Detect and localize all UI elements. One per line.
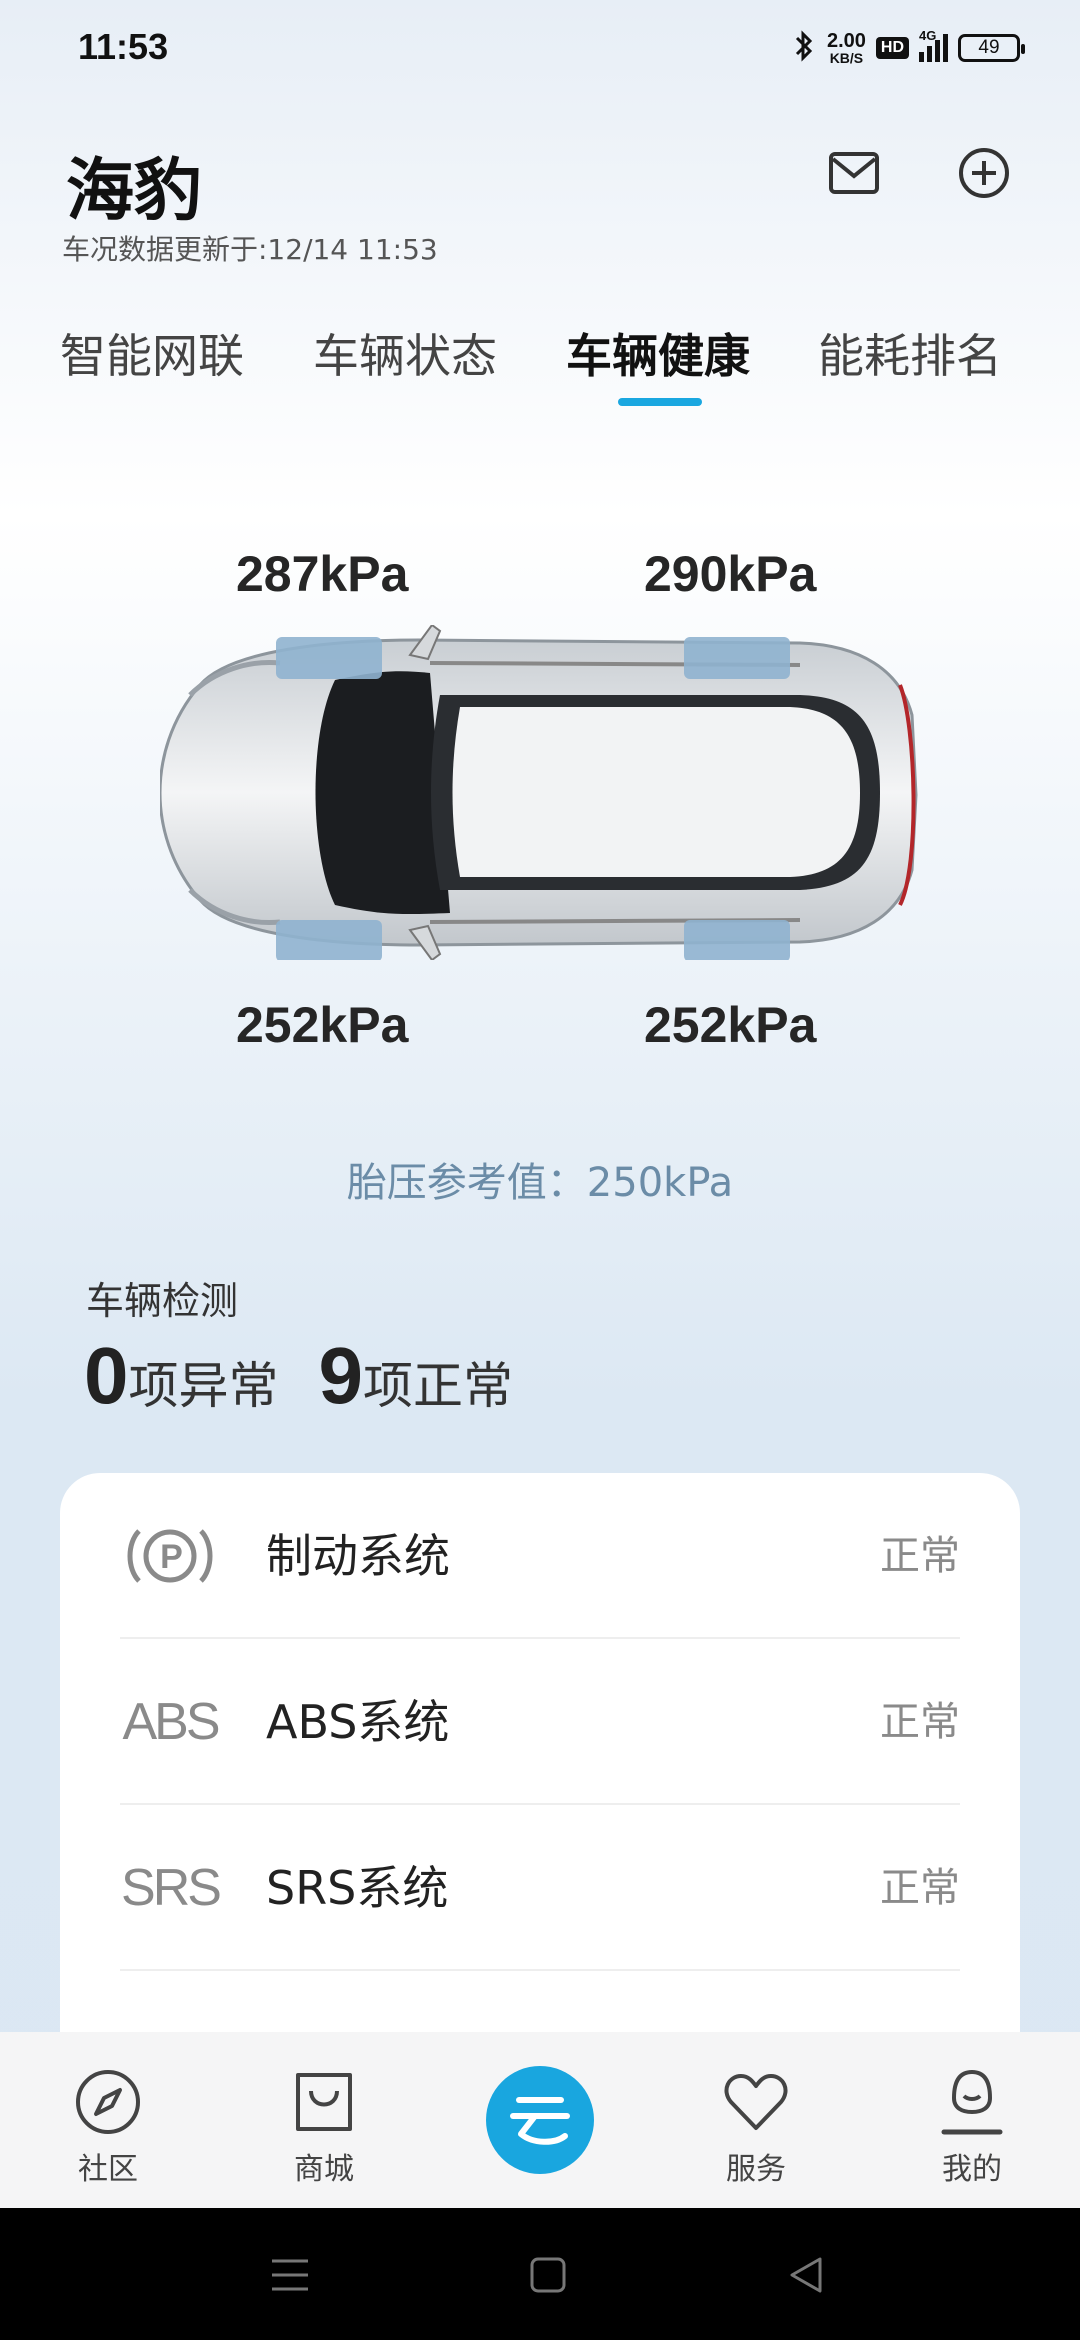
svg-text:P: P bbox=[160, 1538, 182, 1576]
normal-count: 9 bbox=[318, 1331, 364, 1420]
abnormal-count: 0 bbox=[84, 1331, 129, 1420]
menu-button[interactable] bbox=[260, 2248, 320, 2302]
menu-icon bbox=[272, 2259, 308, 2291]
bluetooth-icon bbox=[791, 29, 817, 68]
normal-label: 项正常 bbox=[363, 1357, 513, 1415]
tire-pressure-rear-right: 252kPa bbox=[644, 997, 817, 1053]
tire-pressure-front-left: 287kPa bbox=[236, 546, 409, 602]
network-speed: 2.00 KB/S bbox=[826, 30, 866, 66]
tire-pressure-rear-left: 252kPa bbox=[236, 997, 409, 1053]
shopping-bag-icon bbox=[288, 2066, 360, 2138]
signal-icon: 4G bbox=[919, 28, 948, 62]
nav-service[interactable]: 服务 bbox=[676, 2032, 836, 2208]
battery-level: 49 bbox=[978, 37, 1000, 58]
status-time: 11:53 bbox=[78, 26, 169, 67]
list-item[interactable]: P 制动系统 正常 bbox=[120, 1473, 960, 1639]
mail-icon bbox=[829, 152, 879, 194]
tab-vehicle-health[interactable]: 车辆健康 bbox=[566, 320, 750, 386]
abs-icon: ABS bbox=[122, 1693, 220, 1751]
tab-smart-connect[interactable]: 智能网联 bbox=[60, 320, 244, 386]
plus-circle-icon bbox=[959, 148, 1009, 198]
car-top-view bbox=[158, 623, 920, 962]
detection-summary: 0 项异常 9 项正常 bbox=[84, 1330, 553, 1422]
status-text: 正常 bbox=[880, 1533, 960, 1579]
srs-icon: SRS bbox=[121, 1859, 222, 1917]
parking-brake-icon: P bbox=[120, 1473, 220, 1639]
compass-icon bbox=[72, 2066, 144, 2138]
profile-icon bbox=[936, 2066, 1008, 2138]
detection-title: 车辆检测 bbox=[86, 1279, 239, 1323]
add-button[interactable] bbox=[956, 145, 1012, 201]
status-bar: 11:53 2.00 KB/S HD 4G 49 bbox=[0, 0, 1080, 95]
tire-indicator-front-right bbox=[684, 637, 790, 679]
status-icons: 2.00 KB/S HD 4G 49 bbox=[791, 28, 1025, 68]
nav-community[interactable]: 社区 bbox=[28, 2032, 188, 2208]
page-title: 海豹 bbox=[66, 152, 203, 231]
square-icon bbox=[530, 2257, 566, 2293]
status-text: 正常 bbox=[880, 1865, 960, 1911]
tire-indicator-rear-right bbox=[684, 920, 790, 962]
cloud-logo-icon bbox=[510, 2097, 570, 2145]
abnormal-label: 项异常 bbox=[128, 1357, 279, 1415]
tire-pressure-front-right: 290kPa bbox=[644, 546, 817, 602]
tire-indicator-rear-left bbox=[276, 920, 382, 962]
tire-pressure-reference: 胎压参考值：250kPa bbox=[346, 1160, 734, 1206]
active-tab-indicator bbox=[618, 398, 702, 406]
message-button[interactable] bbox=[826, 145, 882, 201]
nav-mall[interactable]: 商城 bbox=[244, 2032, 404, 2208]
back-button[interactable] bbox=[776, 2248, 836, 2302]
car-image bbox=[158, 623, 918, 962]
tab-bar: 智能网联 车辆状态 车辆健康 能耗排名 bbox=[0, 320, 1080, 410]
nav-home-center-button[interactable] bbox=[486, 2066, 594, 2174]
tab-energy-ranking[interactable]: 能耗排名 bbox=[818, 320, 1002, 386]
home-button[interactable] bbox=[518, 2248, 578, 2302]
update-time-text: 车况数据更新于:12/14 11:53 bbox=[62, 233, 438, 266]
list-item[interactable]: SRS SRS系统 正常 bbox=[120, 1805, 960, 1971]
status-text: 正常 bbox=[880, 1699, 960, 1745]
battery-icon: 49 bbox=[958, 34, 1025, 62]
tire-indicator-front-left bbox=[276, 637, 382, 679]
back-triangle-icon bbox=[790, 2257, 822, 2293]
tab-vehicle-status[interactable]: 车辆状态 bbox=[313, 320, 497, 386]
nav-mine[interactable]: 我的 bbox=[892, 2032, 1052, 2208]
system-nav-bar bbox=[0, 2208, 1080, 2340]
heart-icon bbox=[720, 2066, 792, 2138]
list-item[interactable]: ABS ABS系统 正常 bbox=[120, 1639, 960, 1805]
hd-badge: HD bbox=[875, 37, 909, 59]
